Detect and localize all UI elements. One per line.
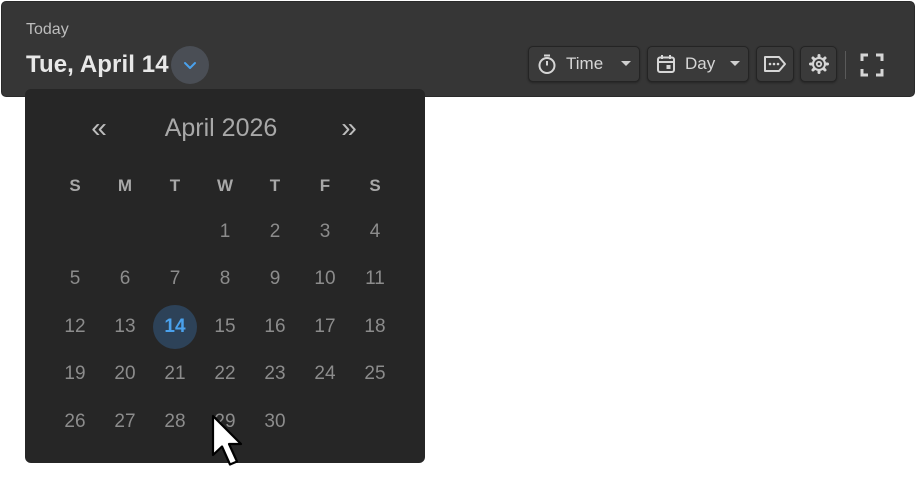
day-number: 24 bbox=[314, 363, 336, 385]
day-cell[interactable]: 18 bbox=[350, 303, 400, 351]
date-picker-toggle[interactable] bbox=[171, 46, 209, 84]
day-number: 10 bbox=[314, 268, 336, 290]
weekday-header: M bbox=[117, 176, 133, 195]
day-number: 3 bbox=[319, 220, 331, 242]
day-number: 7 bbox=[169, 268, 181, 290]
weekday-header: F bbox=[319, 176, 331, 195]
day-number: 12 bbox=[64, 315, 86, 337]
day-cell[interactable]: 8 bbox=[200, 256, 250, 304]
day-cell[interactable]: 5 bbox=[50, 256, 100, 304]
day-number: 18 bbox=[364, 315, 386, 337]
day-cell[interactable]: 11 bbox=[350, 256, 400, 304]
toolbar-divider bbox=[845, 51, 846, 79]
stopwatch-icon bbox=[538, 54, 556, 74]
day-cell[interactable]: 15 bbox=[200, 303, 250, 351]
day-cell[interactable]: 1 bbox=[200, 208, 250, 256]
day-number: 5 bbox=[69, 268, 81, 290]
day-number: 19 bbox=[64, 363, 86, 385]
empty-day-cell bbox=[100, 208, 150, 256]
day-cell[interactable]: 17 bbox=[300, 303, 350, 351]
day-number: 13 bbox=[114, 315, 136, 337]
date-picker-popup: « April 2026 » S M T W T F S 1 2 3 4 5 6 7 8 9 10… bbox=[25, 89, 425, 466]
day-number: 15 bbox=[214, 315, 236, 337]
day-number: 30 bbox=[264, 410, 286, 432]
day-cell[interactable]: 12 bbox=[50, 303, 100, 351]
day-number: 28 bbox=[164, 410, 186, 432]
day-cell-selected[interactable]: 14 bbox=[150, 303, 200, 351]
tag-icon bbox=[764, 56, 786, 72]
day-cell[interactable]: 16 bbox=[250, 303, 300, 351]
weekday-header: W bbox=[216, 176, 234, 195]
fullscreen-button[interactable] bbox=[857, 50, 887, 80]
day-number: 26 bbox=[64, 410, 86, 432]
day-number: 6 bbox=[119, 268, 131, 290]
view-mode-label: Day bbox=[685, 54, 716, 73]
day-cell[interactable]: 9 bbox=[250, 256, 300, 304]
empty-day-cell bbox=[350, 398, 400, 446]
month-title[interactable]: April 2026 bbox=[115, 111, 327, 145]
view-mode-button[interactable]: Day bbox=[647, 46, 749, 82]
day-cell[interactable]: 3 bbox=[300, 208, 350, 256]
mouse-pointer-icon bbox=[211, 414, 245, 477]
weekday-header: T bbox=[269, 176, 281, 195]
day-cell[interactable]: 30 bbox=[250, 398, 300, 446]
day-cell[interactable]: 25 bbox=[350, 351, 400, 399]
day-cell[interactable]: 27 bbox=[100, 398, 150, 446]
current-date-title[interactable]: Tue, April 14 bbox=[26, 51, 169, 79]
settings-button[interactable] bbox=[800, 46, 837, 82]
time-button[interactable]: Time bbox=[528, 46, 640, 82]
day-cell[interactable]: 21 bbox=[150, 351, 200, 399]
chevron-down-icon bbox=[184, 62, 196, 69]
day-number: 8 bbox=[219, 268, 231, 290]
empty-day-cell bbox=[150, 208, 200, 256]
day-number: 1 bbox=[219, 220, 231, 242]
day-cell[interactable]: 13 bbox=[100, 303, 150, 351]
day-number: 27 bbox=[114, 410, 136, 432]
next-month-button[interactable]: » bbox=[329, 111, 369, 145]
calendar-icon bbox=[657, 55, 675, 73]
fullscreen-icon bbox=[860, 53, 884, 77]
day-number: 9 bbox=[269, 268, 281, 290]
caret-down-icon bbox=[621, 61, 631, 66]
day-cell[interactable]: 6 bbox=[100, 256, 150, 304]
day-cell[interactable]: 20 bbox=[100, 351, 150, 399]
day-cell[interactable]: 24 bbox=[300, 351, 350, 399]
caret-down-icon bbox=[730, 61, 740, 66]
day-cell[interactable]: 26 bbox=[50, 398, 100, 446]
day-number: 20 bbox=[114, 363, 136, 385]
top-toolbar: Today Tue, April 14 Time Day bbox=[1, 1, 915, 97]
day-cell[interactable]: 7 bbox=[150, 256, 200, 304]
day-number: 11 bbox=[365, 268, 385, 290]
day-number: 23 bbox=[264, 363, 286, 385]
weekday-header: S bbox=[369, 176, 381, 195]
day-cell[interactable]: 28 bbox=[150, 398, 200, 446]
day-cell[interactable]: 2 bbox=[250, 208, 300, 256]
day-cell[interactable]: 4 bbox=[350, 208, 400, 256]
day-cell[interactable]: 23 bbox=[250, 351, 300, 399]
day-number: 17 bbox=[314, 315, 336, 337]
day-number: 22 bbox=[214, 363, 236, 385]
day-cell[interactable]: 10 bbox=[300, 256, 350, 304]
calendar-grid: S M T W T F S 1 2 3 4 5 6 7 8 9 10 11 12 13 14 15 16 17 1… bbox=[50, 164, 400, 446]
time-button-label: Time bbox=[566, 54, 604, 73]
day-number: 16 bbox=[264, 315, 286, 337]
day-number: 21 bbox=[164, 363, 186, 385]
day-cell[interactable]: 22 bbox=[200, 351, 250, 399]
day-cell[interactable]: 19 bbox=[50, 351, 100, 399]
tags-button[interactable] bbox=[756, 46, 794, 82]
day-number: 4 bbox=[369, 220, 381, 242]
prev-month-button[interactable]: « bbox=[79, 111, 119, 145]
today-label: Today bbox=[26, 21, 69, 38]
empty-day-cell bbox=[50, 208, 100, 256]
day-number: 2 bbox=[269, 220, 281, 242]
day-number: 25 bbox=[364, 363, 386, 385]
day-number: 14 bbox=[153, 304, 197, 349]
weekday-header: S bbox=[69, 176, 81, 195]
gear-icon bbox=[808, 54, 829, 74]
empty-day-cell bbox=[300, 398, 350, 446]
weekday-header: T bbox=[169, 176, 181, 195]
